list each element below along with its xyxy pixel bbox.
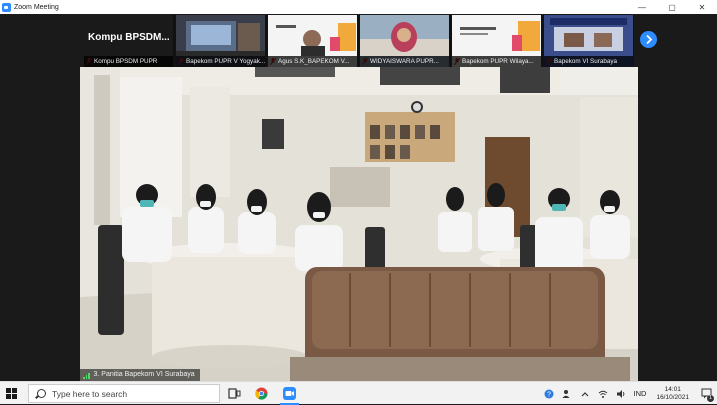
notification-center-button[interactable]: 1 (695, 382, 717, 405)
clock-date: 16/10/2021 (656, 393, 689, 401)
close-button[interactable]: ✕ (687, 0, 717, 14)
participant-name: Kompu BPSDM PUPR (84, 56, 173, 67)
clock-time: 14:01 (664, 385, 681, 393)
window-titlebar: Zoom Meeting — ▢ ✕ (0, 0, 717, 14)
participant-strip: Kompu BPSDM... Kompu BPSDM PUPR Bapekom … (84, 15, 634, 67)
notification-count-badge: 1 (707, 395, 714, 402)
participant-tile[interactable]: Bapekom VI Surabaya (544, 15, 633, 67)
windows-start-button[interactable] (6, 388, 17, 399)
question-help-icon[interactable]: ? (544, 389, 554, 399)
participant-name: Bapekom PUPR V Yogyak... (176, 56, 265, 67)
taskbar-search-box[interactable] (28, 384, 220, 403)
participant-tile[interactable]: Bapekom PUPR V Yogyak... (176, 15, 265, 67)
chevron-up-icon[interactable] (580, 389, 590, 399)
participant-name: Bapekom PUPR Wilaya... (452, 56, 541, 67)
window-controls: — ▢ ✕ (627, 0, 717, 14)
active-speaker-video: 3. Panitia Bapekom VI Surabaya (80, 67, 638, 381)
input-language-indicator[interactable]: IND (634, 389, 647, 398)
windows-taskbar: ? IND 14:01 16/10/2021 1 (0, 381, 717, 405)
participant-tile[interactable]: Kompu BPSDM... Kompu BPSDM PUPR (84, 15, 173, 67)
system-tray: ? IND 14:01 16/10/2021 1 (540, 382, 717, 405)
svg-text:?: ? (547, 391, 551, 398)
chevron-right-icon (646, 34, 653, 45)
zoom-logo-icon (2, 2, 11, 12)
people-icon[interactable] (562, 389, 572, 399)
connection-signal-icon (83, 372, 90, 379)
minimize-button[interactable]: — (627, 0, 657, 14)
participant-tile[interactable]: Agus S.K_BAPEKOM V... (268, 15, 357, 67)
participant-name: WIDYAISWARA PUPR... (360, 56, 449, 67)
volume-icon[interactable] (616, 389, 626, 399)
taskbar-search-input[interactable] (52, 388, 202, 399)
next-participants-button[interactable] (640, 31, 657, 48)
classroom-video-frame (80, 67, 638, 381)
maximize-button[interactable]: ▢ (657, 0, 687, 14)
participant-tile[interactable]: Bapekom PUPR Wilaya... (452, 15, 541, 67)
participant-name: Bapekom VI Surabaya (544, 56, 633, 67)
task-view-icon[interactable] (228, 387, 241, 400)
wifi-icon[interactable] (598, 389, 608, 399)
zoom-app-icon[interactable] (283, 387, 296, 400)
active-speaker-name: 3. Panitia Bapekom VI Surabaya (93, 371, 195, 378)
search-icon (37, 389, 46, 398)
taskbar-clock[interactable]: 14:01 16/10/2021 (656, 386, 689, 402)
participant-name: Agus S.K_BAPEKOM V... (268, 56, 357, 67)
participant-tile[interactable]: WIDYAISWARA PUPR... (360, 15, 449, 67)
chrome-icon[interactable] (255, 387, 268, 400)
active-speaker-label: 3. Panitia Bapekom VI Surabaya (80, 369, 200, 381)
participant-display-name: Kompu BPSDM... (88, 32, 170, 43)
meeting-area: Kompu BPSDM... Kompu BPSDM PUPR Bapekom … (0, 14, 717, 381)
window-title: Zoom Meeting (14, 3, 59, 11)
